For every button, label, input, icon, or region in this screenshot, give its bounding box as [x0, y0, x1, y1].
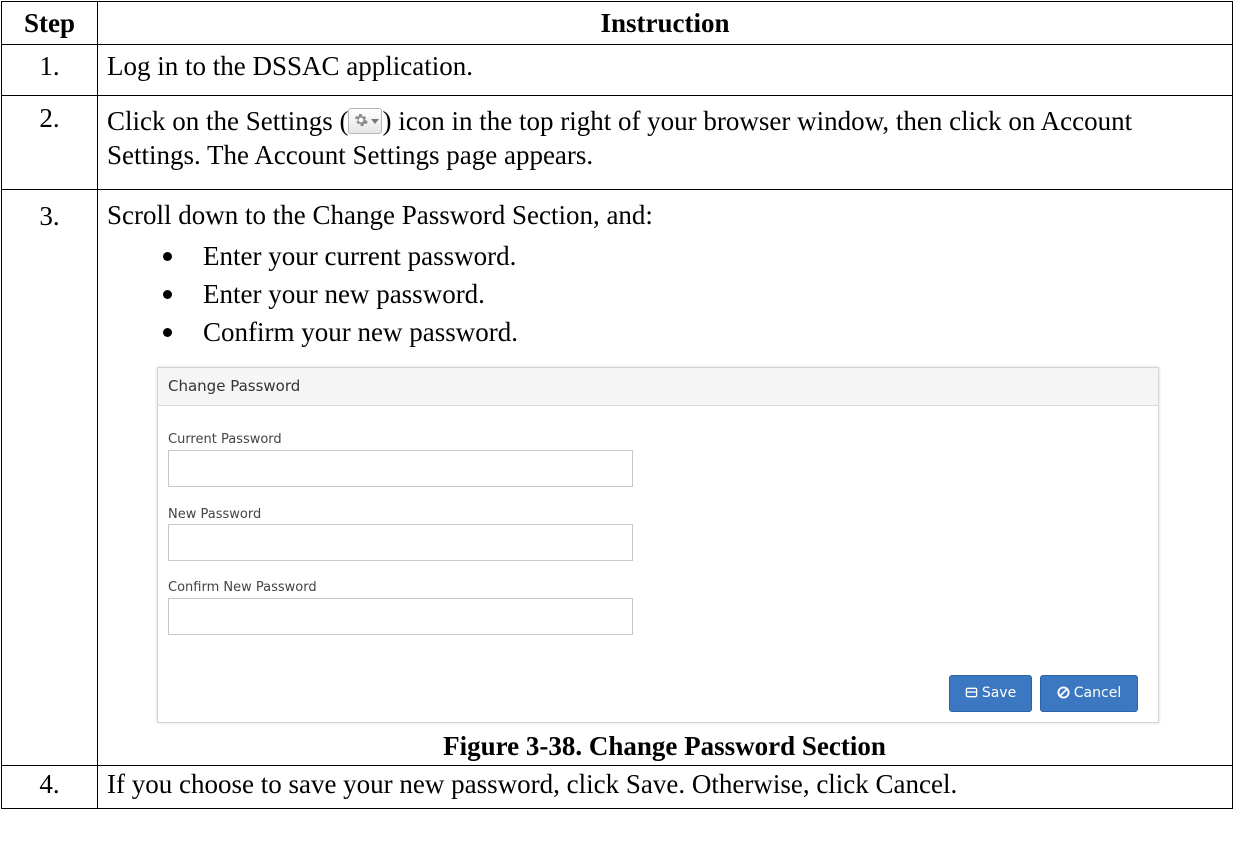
save-button[interactable]: Save [949, 675, 1032, 712]
confirm-password-input[interactable] [168, 598, 633, 635]
new-password-input[interactable] [168, 524, 633, 561]
step-instruction: If you choose to save your new password,… [97, 765, 1233, 809]
step-instruction: Scroll down to the Change Password Secti… [97, 189, 1233, 766]
bullet-icon [163, 252, 172, 261]
table-row: 4. If you choose to save your new passwo… [1, 765, 1233, 809]
instruction-table: Step Instruction 1. Log in to the DSSAC … [1, 1, 1233, 809]
current-password-input[interactable] [168, 450, 633, 487]
instruction-text-before-icon: Click on the Settings ( [107, 106, 349, 136]
instruction-intro: Scroll down to the Change Password Secti… [107, 200, 653, 230]
step-number: 1. [1, 44, 98, 96]
cancel-button-label: Cancel [1073, 685, 1122, 701]
bullet-text: Enter your new password. [203, 279, 485, 309]
table-row: 3. Scroll down to the Change Password Se… [1, 189, 1233, 766]
table-header-row: Step Instruction [1, 1, 1233, 45]
step-number: 3. [1, 189, 98, 766]
list-item: Enter your current password. [107, 237, 1222, 275]
bullet-text: Enter your current password. [203, 241, 517, 271]
ban-icon [1057, 686, 1070, 699]
caret-down-icon [371, 119, 380, 124]
save-icon [965, 687, 978, 698]
table-row: 2. Click on the Settings () icon in the … [1, 95, 1233, 190]
save-button-label: Save [981, 685, 1017, 701]
step-instruction: Log in to the DSSAC application. [97, 44, 1233, 96]
step-number: 2. [1, 95, 98, 190]
change-password-panel: Change Password Current Password New Pas… [157, 367, 1159, 723]
gear-icon [355, 114, 369, 127]
bullet-list: Enter your current password. Enter your … [107, 237, 1222, 351]
table-row: 1. Log in to the DSSAC application. [1, 44, 1233, 96]
step-number: 4. [1, 765, 98, 809]
instruction-column-header: Instruction [97, 1, 1233, 45]
bullet-icon [163, 290, 172, 299]
step-instruction: Click on the Settings () icon in the top… [97, 95, 1233, 190]
bullet-icon [163, 328, 172, 337]
list-item: Confirm your new password. [107, 313, 1222, 351]
bullet-text: Confirm your new password. [203, 317, 518, 347]
panel-title: Change Password [158, 368, 1158, 406]
cancel-button[interactable]: Cancel [1040, 675, 1138, 712]
step-column-header: Step [1, 1, 98, 45]
figure-caption: Figure 3-38. Change Password Section [443, 731, 886, 761]
settings-gear-dropdown-icon [348, 108, 383, 134]
list-item: Enter your new password. [107, 275, 1222, 313]
